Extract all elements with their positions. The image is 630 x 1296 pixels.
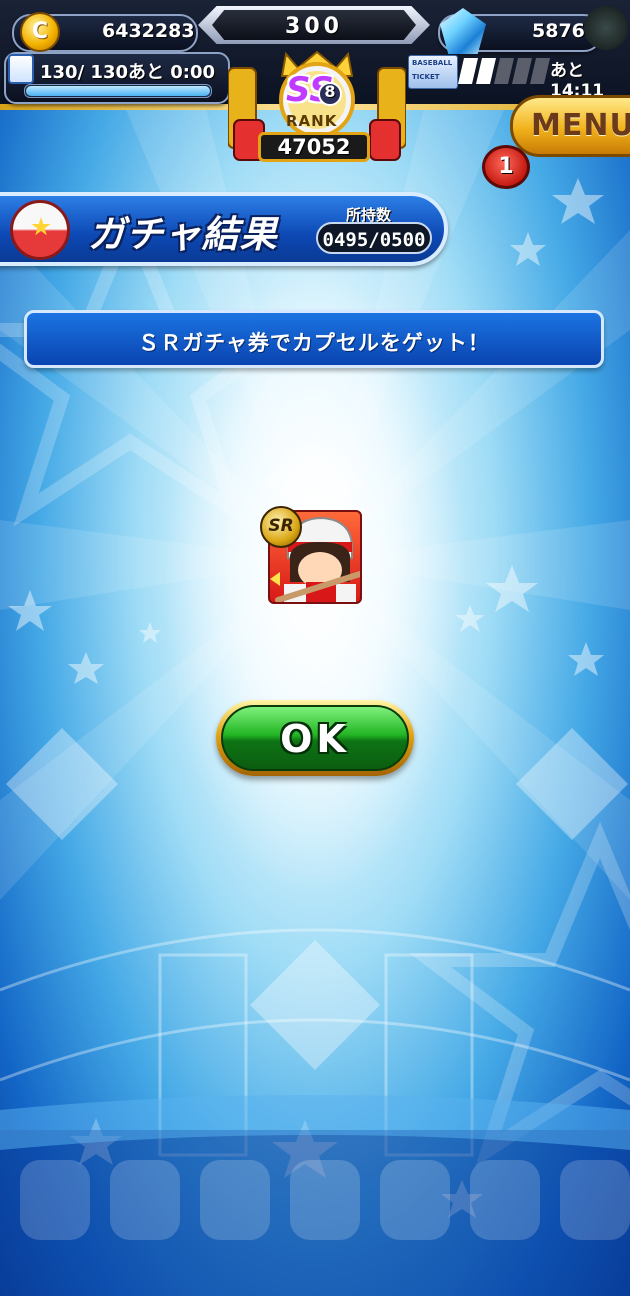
result-message-bar: ＳＲガチャ券でカプセルをゲット！ [24,310,604,368]
result-message: ＳＲガチャ券でカプセルをゲット！ [138,331,490,355]
ok-button[interactable]: OK [216,700,414,776]
rank-points: 47052 [277,135,351,159]
owned-count-value: 0495/0500 [322,229,426,251]
center-counter-value: 300 [285,14,343,39]
stamina-icon [8,54,34,84]
baseball-ticket-icon[interactable]: BASEBALL TICKET [408,55,458,89]
card-arrow-icon [270,572,280,586]
stamina-bar [24,84,212,98]
top-status-bar: 6432283 300 5876 130/ 130あと 0:00 SS 8 RA… [0,0,630,189]
stamina-bar-fill [26,86,210,96]
sr-rarity-label: SR [268,516,294,536]
capsule-icon [10,200,70,260]
coin-icon [20,12,60,52]
coin-amount: 6432283 [102,20,195,42]
page-title: ガチャ結果 [88,213,278,256]
gem-amount: 5876 [532,20,585,42]
rank-label: RANK [286,112,338,130]
menu-button[interactable]: MENU [510,95,630,157]
notification-count: 1 [498,154,514,179]
dark-gem-icon[interactable] [584,6,628,50]
ticket-gauge [458,58,550,84]
rank-level: 8 [324,82,336,101]
ticket-label-2: TICKET [412,73,440,81]
owned-count-box: 0495/0500 [316,222,432,254]
sr-rarity-badge: SR [260,506,302,548]
ok-button-label: OK [280,717,350,761]
notification-badge[interactable]: 1 [482,145,530,189]
stamina-text: 130/ 130あと 0:00 [40,62,216,83]
ticket-label-1: BASEBALL [412,59,453,67]
menu-label: MENU [531,108,630,143]
